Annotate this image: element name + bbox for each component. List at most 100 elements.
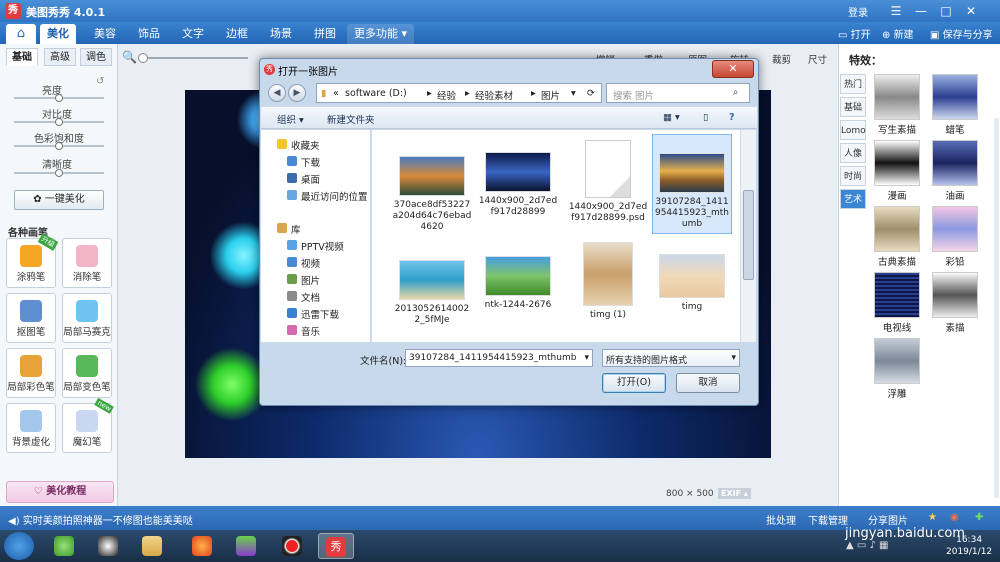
path-drive[interactable]: software (D:) [345,88,407,99]
effect-tab-fashion[interactable]: 时尚 [840,166,866,186]
zoom-slider[interactable] [138,53,248,63]
zoom-knob[interactable] [138,53,148,63]
filename-input[interactable]: 39107284_1411954415923_mthumb ▾ [405,349,593,367]
taskbar-firefox[interactable] [184,533,220,559]
file-item[interactable]: 20130526140022_5fMJe [392,238,472,338]
crop-button[interactable]: 裁剪 [772,52,791,66]
slider-sharpness[interactable] [14,169,104,177]
slider-saturation[interactable] [14,142,104,150]
tab-basic[interactable]: 基础 [6,48,38,66]
effect-oil[interactable]: 油画 [931,140,979,202]
open-button[interactable]: ▭ 打开 [838,26,871,41]
nav-music[interactable]: 音乐 [287,324,320,338]
filetype-select[interactable]: 所有支持的图片格式 ▾ [602,349,740,367]
tool-mosaic[interactable]: 局部马赛克 [62,293,112,343]
open-file-button[interactable]: 打开(O) [602,373,666,393]
organize-menu[interactable]: 组织 ▾ [277,112,304,126]
slider-knob[interactable] [55,118,63,126]
batch-button[interactable]: 批处理 [766,512,796,527]
chevron-down-icon[interactable]: ▾ [584,353,589,363]
preview-pane-icon[interactable]: ▯ [703,112,708,123]
resize-button[interactable]: 尺寸 [808,52,827,66]
path-folder-3[interactable]: 图片 [541,88,560,102]
new-folder-button[interactable]: 新建文件夹 [327,112,375,126]
effect-comic[interactable]: 漫画 [873,140,921,202]
tool-magic-brush[interactable]: 魔幻笔 new [62,397,114,453]
slider-contrast[interactable] [14,118,104,126]
effect-classic-sketch[interactable]: 古典素描 [873,206,921,268]
cancel-button[interactable]: 取消 [676,373,740,393]
path-folder-2[interactable]: 经验素材 [475,88,513,102]
file-item[interactable]: 1440x900_2d7edf917d28899.psd [568,134,648,234]
tray-icons[interactable]: ▲ ▭ ♪ ▦ [846,540,889,551]
effect-crayon[interactable]: 蜡笔 [931,74,979,136]
nav-downloads[interactable]: 下载 [287,155,320,169]
scroll-thumb[interactable] [743,190,754,280]
one-key-beautify-button[interactable]: ✿ 一键美化 [14,190,104,210]
tool-blur[interactable]: 背景虚化 [6,403,56,453]
exif-button[interactable]: EXIF ▴ [718,488,751,499]
minimize-button[interactable]: — [910,3,932,19]
tutorial-button[interactable]: ♡ 美化教程 [6,481,114,503]
menu-collage[interactable]: 拼图 [307,24,343,44]
taskbar-app-green[interactable] [228,533,264,559]
dialog-close-button[interactable]: ✕ [712,60,754,78]
effect-tab-art[interactable]: 艺术 [840,189,866,209]
nav-videos[interactable]: 视频 [287,256,320,270]
nav-pictures[interactable]: 图片 [287,273,320,287]
effect-tv-lines[interactable]: 电视线 [873,272,921,334]
menu-scene[interactable]: 场景 [263,24,299,44]
file-item[interactable]: 39107284_1411954415923_mthumb [652,134,732,234]
plus-icon[interactable]: ✚ [975,512,983,523]
nav-documents[interactable]: 文档 [287,290,320,304]
menu-face[interactable]: 美容 [87,24,123,44]
dropdown-arrow-icon[interactable]: ▾ [571,88,576,99]
file-item[interactable]: ntk-1244-2676 [478,238,558,338]
back-button[interactable]: ◀ [268,84,286,102]
zoom-out-icon[interactable]: 🔍 [122,50,137,64]
menu-more[interactable]: 更多功能 ▾ [347,24,415,44]
file-item[interactable]: 1440x900_2d7edf917d28899 [478,134,558,234]
taskbar-app-360[interactable] [46,533,82,559]
tool-eraser[interactable]: 消除笔 [62,238,112,288]
menu-text[interactable]: 文字 [175,24,211,44]
effects-scrollbar[interactable] [994,118,999,498]
reset-icon[interactable]: ↺ [96,76,104,87]
forward-button[interactable]: ▶ [288,84,306,102]
menu-border[interactable]: 边框 [219,24,255,44]
effect-tab-hot[interactable]: 热门 [840,74,866,94]
path-folder-1[interactable]: 经验 [437,88,456,102]
slider-knob[interactable] [55,142,63,150]
tool-doodle[interactable]: 涂鸦笔 升级 [6,233,59,288]
tab-color[interactable]: 调色 [80,48,112,66]
slider-brightness[interactable] [14,94,104,102]
slider-knob[interactable] [55,94,63,102]
home-icon[interactable]: ⌂ [6,24,36,44]
taskbar-app-qq[interactable] [90,533,126,559]
file-item[interactable]: 370ace8df53227a204d64c76ebad4620 [392,134,472,234]
view-icon[interactable]: ▦ ▾ [663,112,680,123]
taskbar-meitu[interactable]: 秀 [318,533,354,559]
new-button[interactable]: ⊕ 新建 [882,26,914,41]
taskbar-explorer[interactable] [134,533,170,559]
slider-knob[interactable] [55,169,63,177]
close-button[interactable]: ✕ [960,3,982,19]
nav-pptv[interactable]: PPTV视频 [287,239,344,253]
help-icon[interactable]: ? [729,112,735,123]
refresh-icon[interactable]: ⟳ [587,88,595,99]
dialog-search-input[interactable]: 搜索 图片 ⌕ [606,83,750,103]
address-bar[interactable]: ▮ « software (D:) ▸ 经验 ▸ 经验素材 ▸ 图片 ▾ ⟳ [316,83,602,103]
chevron-down-icon[interactable]: ▾ [731,353,736,363]
taskbar-recorder[interactable] [274,533,310,559]
effect-tab-basic[interactable]: 基础 [840,97,866,117]
start-button[interactable] [4,532,34,560]
effect-emboss[interactable]: 浮雕 [873,338,921,400]
maximize-button[interactable]: □ [935,3,957,19]
save-share-button[interactable]: ▣ 保存与分享 [930,26,993,41]
download-manager-button[interactable]: 下载管理 [808,512,848,527]
nav-xunlei[interactable]: 迅雷下载 [287,307,339,321]
effect-tab-lomo[interactable]: Lomo [840,120,866,140]
nav-libraries[interactable]: 库 [277,222,301,236]
tool-local-color[interactable]: 局部彩色笔 [6,348,56,398]
effect-color-pencil[interactable]: 彩铅 [931,206,979,268]
